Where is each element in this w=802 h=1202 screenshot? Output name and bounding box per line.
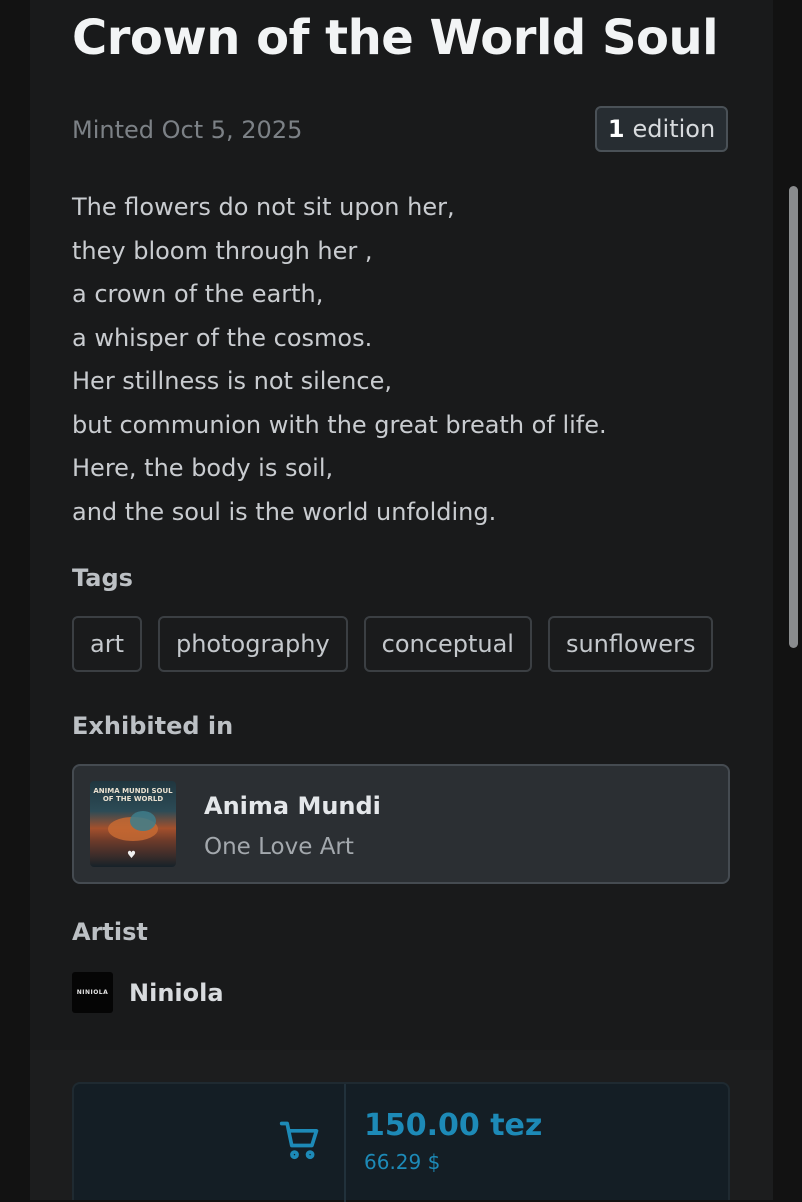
exhibited-heading: Exhibited in <box>72 712 234 740</box>
description-line: a whisper of the cosmos. <box>72 323 373 352</box>
thumbnail-art-accent <box>130 811 156 831</box>
exhibition-name: Anima Mundi <box>204 792 381 820</box>
description-line: a crown of the earth, <box>72 280 324 308</box>
description-line: Her stillness is not silence, <box>72 367 392 395</box>
description-line: and the soul is the world unfolding. <box>72 497 497 526</box>
price-tez: 150.00 tez <box>364 1108 543 1143</box>
tag-list: art photography conceptual sunflowers <box>72 616 714 672</box>
content-panel <box>30 0 773 1200</box>
tag-conceptual[interactable]: conceptual <box>363 616 532 672</box>
button-divider <box>344 1084 346 1202</box>
artist-name: Niniola <box>129 978 224 1007</box>
description-line: Here, the body is soil, <box>72 454 334 482</box>
description-line: but communion with the great breath of l… <box>72 410 607 439</box>
edition-count: 1 <box>607 115 625 143</box>
heart-icon: ♥ <box>127 850 136 861</box>
page-title: Crown of the World Soul <box>72 10 719 66</box>
scrollbar[interactable] <box>789 186 798 648</box>
thumbnail-title: ANIMA MUNDI SOUL OF THE WORLD <box>93 787 173 803</box>
artist-link[interactable]: NINIOLA Niniola <box>72 972 224 1013</box>
cart-icon <box>279 1121 319 1160</box>
exhibition-curator: One Love Art <box>204 834 354 860</box>
description-line: they bloom through her , <box>72 236 373 265</box>
avatar: NINIOLA <box>72 972 113 1013</box>
minted-date: Minted Oct 5, 2025 <box>72 116 303 144</box>
tag-art[interactable]: art <box>72 616 142 672</box>
description-line: The flowers do not sit upon her, <box>72 193 455 221</box>
edition-label: edition <box>632 115 716 143</box>
buy-button[interactable]: 150.00 tez 66.29 $ <box>72 1082 730 1202</box>
exhibition-thumbnail: ANIMA MUNDI SOUL OF THE WORLD ♥ <box>90 781 176 867</box>
description: The flowers do not sit upon her, they bl… <box>72 186 752 534</box>
tag-photography[interactable]: photography <box>157 616 348 672</box>
price-usd: 66.29 $ <box>364 1150 441 1174</box>
tags-heading: Tags <box>72 564 133 592</box>
tag-sunflowers[interactable]: sunflowers <box>547 616 714 672</box>
artist-heading: Artist <box>72 918 148 946</box>
edition-badge: 1 edition <box>595 106 728 152</box>
exhibition-card[interactable]: ANIMA MUNDI SOUL OF THE WORLD ♥ Anima Mu… <box>72 764 730 884</box>
